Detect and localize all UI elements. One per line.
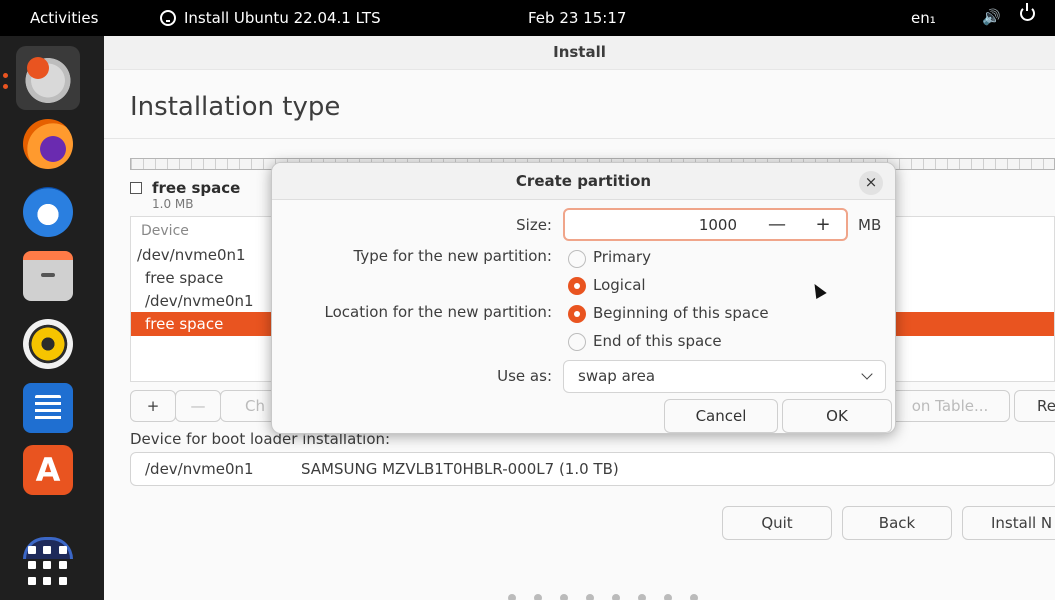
window-title: Install (104, 36, 1055, 70)
quit-button[interactable]: Quit (722, 506, 832, 540)
app-menu[interactable]: Install Ubuntu 22.04.1 LTS (160, 9, 381, 27)
back-button[interactable]: Back (842, 506, 952, 540)
page-title: Installation type (130, 92, 341, 122)
dock-item-files[interactable] (16, 244, 80, 308)
boot-loader-model: SAMSUNG MZVLB1T0HBLR-000L7 (1.0 TB) (301, 460, 619, 478)
radio-beginning[interactable] (568, 305, 586, 323)
dock-item-firefox[interactable] (16, 112, 80, 176)
dock-item-writer[interactable] (16, 376, 80, 440)
radio-beginning-label[interactable]: Beginning of this space (593, 304, 769, 322)
thunderbird-icon (23, 187, 73, 237)
dock-item-software[interactable]: A (16, 438, 80, 502)
dock: A (0, 36, 104, 600)
revert-button[interactable]: Re (1014, 390, 1055, 422)
running-indicator (3, 73, 8, 78)
legend-label: free space (152, 179, 241, 197)
row-device: free space (145, 269, 224, 287)
radio-logical[interactable] (568, 277, 586, 295)
increment-button[interactable]: + (803, 212, 843, 238)
app-name: Install Ubuntu 22.04.1 LTS (184, 9, 381, 27)
row-device: /dev/nvme0n1 (145, 292, 254, 310)
running-indicator (3, 84, 8, 89)
divider (104, 138, 1055, 139)
ubuntu-installer-icon (23, 53, 73, 103)
remove-partition-button[interactable]: — (175, 390, 221, 422)
progress-dots (508, 594, 698, 600)
size-unit: MB (858, 216, 882, 234)
partition-location-label: Location for the new partition: (324, 303, 552, 321)
rhythmbox-icon (23, 319, 73, 369)
use-as-select[interactable]: swap area (563, 360, 886, 393)
download-icon (160, 10, 176, 26)
dock-item-installer[interactable] (16, 46, 80, 110)
install-now-button[interactable]: Install N (962, 506, 1055, 540)
create-partition-dialog: Create partition × Size: 1000 — + MB Typ… (271, 162, 896, 434)
top-bar: Activities Install Ubuntu 22.04.1 LTS Fe… (0, 0, 1055, 36)
dock-item-thunderbird[interactable] (16, 180, 80, 244)
column-header-device[interactable]: Device (141, 223, 189, 239)
use-as-value: swap area (578, 367, 656, 385)
radio-end-label[interactable]: End of this space (593, 332, 722, 350)
show-applications-button[interactable] (16, 534, 80, 598)
boot-loader-device: /dev/nvme0n1 (145, 460, 254, 478)
decrement-button[interactable]: — (757, 212, 797, 238)
ubuntu-software-icon: A (23, 445, 73, 495)
radio-logical-label[interactable]: Logical (593, 276, 646, 294)
partition-type-label: Type for the new partition: (353, 247, 553, 265)
use-as-label: Use as: (497, 367, 552, 385)
dock-item-rhythmbox[interactable] (16, 312, 80, 376)
cancel-button[interactable]: Cancel (664, 399, 778, 433)
add-partition-button[interactable]: + (130, 390, 176, 422)
boot-loader-select[interactable]: /dev/nvme0n1 SAMSUNG MZVLB1T0HBLR-000L7 … (130, 452, 1055, 486)
new-partition-table-button[interactable]: on Table... (890, 390, 1010, 422)
size-input[interactable]: 1000 (565, 216, 737, 234)
volume-icon[interactable]: 🔊 (982, 8, 1001, 26)
show-apps-icon (28, 546, 68, 586)
radio-end[interactable] (568, 333, 586, 351)
legend-swatch (130, 182, 142, 194)
radio-primary[interactable] (568, 250, 586, 268)
power-icon[interactable] (1020, 3, 1035, 21)
legend-size: 1.0 MB (152, 197, 194, 211)
input-language-indicator[interactable]: en₁ (911, 9, 936, 27)
row-device: /dev/nvme0n1 (137, 246, 246, 264)
radio-primary-label[interactable]: Primary (593, 248, 651, 266)
size-spinbox[interactable]: 1000 — + (563, 208, 848, 241)
activities-button[interactable]: Activities (30, 9, 98, 27)
row-device: free space (145, 315, 224, 333)
ok-button[interactable]: OK (782, 399, 892, 433)
firefox-icon (23, 119, 73, 169)
close-icon[interactable]: × (859, 171, 883, 195)
size-label: Size: (516, 216, 552, 234)
clock[interactable]: Feb 23 15:17 (528, 9, 626, 27)
dialog-title: Create partition (272, 163, 895, 200)
libreoffice-writer-icon (23, 383, 73, 433)
chevron-down-icon (861, 368, 873, 380)
files-icon (23, 251, 73, 301)
